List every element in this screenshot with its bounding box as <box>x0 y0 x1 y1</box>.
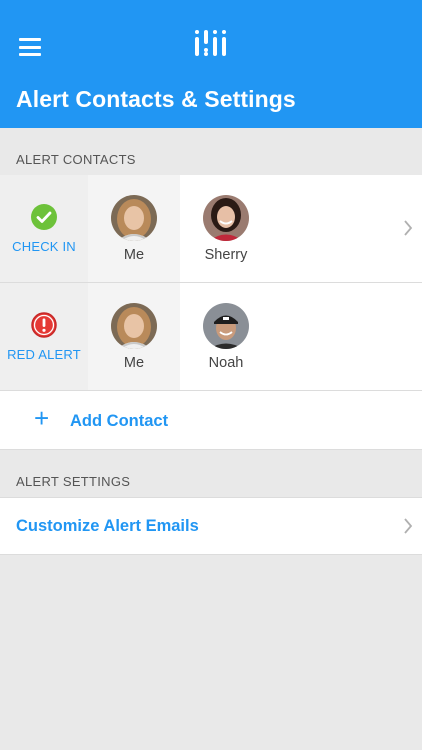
alert-contacts-section-label: ALERT CONTACTS <box>16 152 136 167</box>
alert-row-check-in[interactable]: CHECK IN Me Sherry <box>0 175 422 283</box>
avatar <box>111 195 157 241</box>
alert-type-check-in: CHECK IN <box>0 175 88 282</box>
contact-name: Me <box>123 355 145 371</box>
contact-name: Noah <box>208 355 244 371</box>
contact-me[interactable]: Me <box>88 175 180 282</box>
add-contact-button[interactable]: + Add Contact <box>0 391 422 450</box>
hamburger-menu-icon[interactable] <box>19 38 41 56</box>
exclamation-circle-icon <box>31 312 57 338</box>
alert-type-label: CHECK IN <box>12 239 76 254</box>
avatar <box>203 195 249 241</box>
customize-alert-emails-label: Customize Alert Emails <box>16 517 199 535</box>
alert-type-label: RED ALERT <box>7 347 81 362</box>
avatar <box>111 303 157 349</box>
chevron-right-icon[interactable] <box>403 220 413 236</box>
app-header: Alert Contacts & Settings <box>0 0 422 128</box>
alert-type-red-alert: RED ALERT <box>0 283 88 390</box>
customize-alert-emails-item[interactable]: Customize Alert Emails <box>0 497 422 555</box>
contact-name: Sherry <box>204 247 248 263</box>
chevron-right-icon <box>404 518 413 534</box>
plus-icon: + <box>34 403 50 433</box>
contact-sherry[interactable]: Sherry <box>180 175 272 282</box>
contact-name: Me <box>123 247 145 263</box>
contact-me[interactable]: Me <box>88 283 180 390</box>
page-title: Alert Contacts & Settings <box>16 86 296 112</box>
add-contact-label: Add Contact <box>70 412 169 430</box>
app-logo-icon <box>195 30 226 56</box>
alert-settings-section-label: ALERT SETTINGS <box>16 474 131 489</box>
check-circle-icon <box>31 204 57 230</box>
alert-row-red-alert[interactable]: RED ALERT Me Noah <box>0 283 422 391</box>
contact-noah[interactable]: Noah <box>180 283 272 390</box>
avatar <box>203 303 249 349</box>
